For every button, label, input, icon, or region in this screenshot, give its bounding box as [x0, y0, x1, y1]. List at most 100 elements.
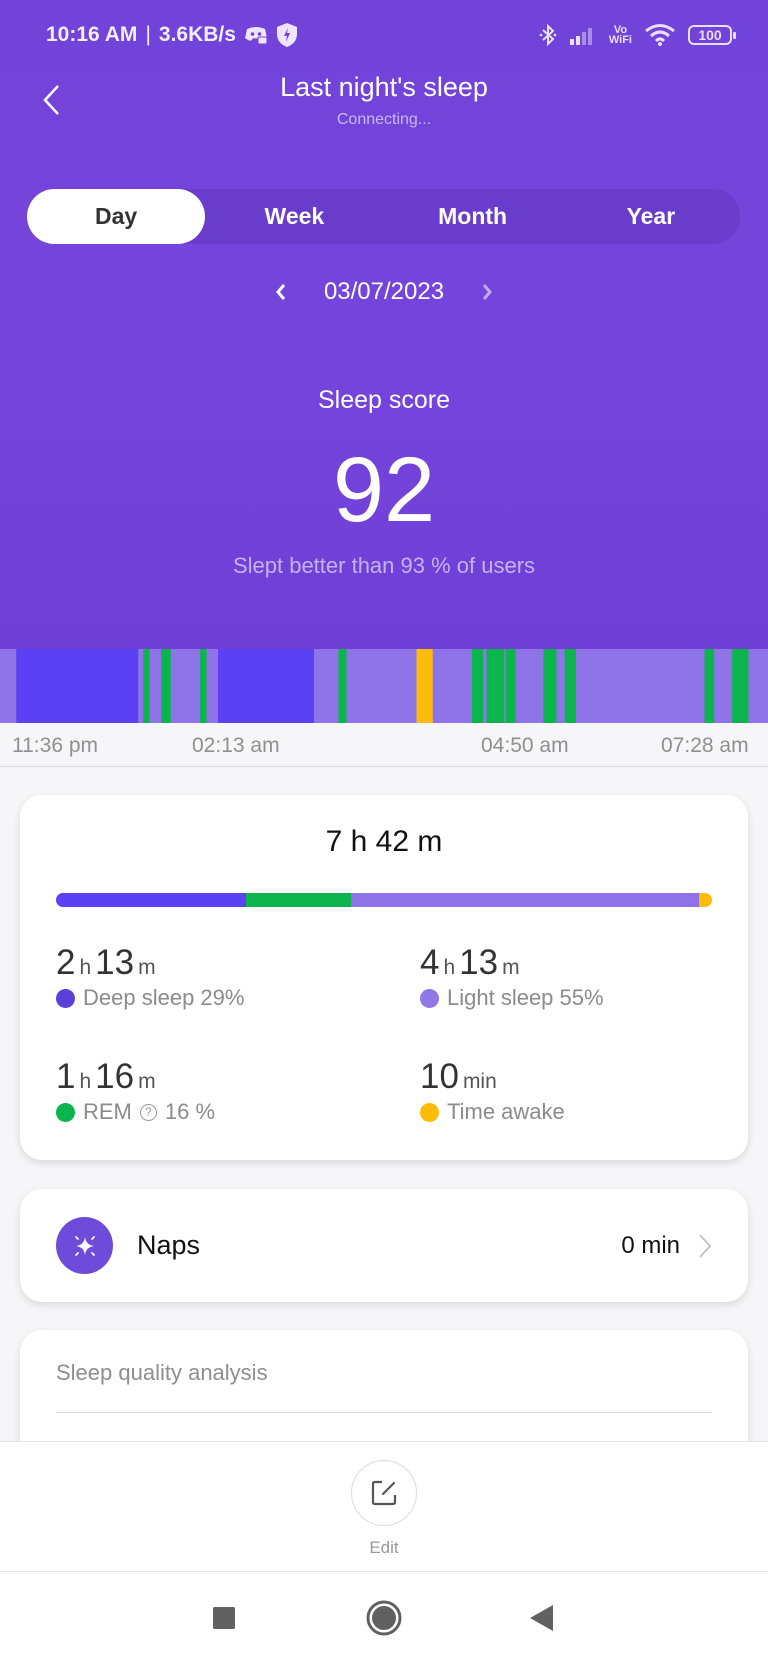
status-separator: | — [145, 23, 151, 46]
tick-label: 02:13 am — [192, 734, 280, 757]
awake-stat: 10 min Time awake — [420, 1057, 565, 1125]
segment-light — [0, 649, 17, 723]
segment-rem — [338, 649, 347, 723]
segment-rem — [471, 649, 484, 723]
segment-light — [576, 649, 705, 723]
stat-minutes-unit: m — [502, 956, 520, 979]
deep-legend-dot — [56, 988, 75, 1008]
naps-row[interactable]: Naps 0 min — [20, 1189, 748, 1302]
wifi-icon — [644, 23, 676, 47]
stat-minutes-unit: m — [138, 1070, 156, 1093]
distribution-rem — [246, 893, 352, 907]
segment-rem — [200, 649, 207, 723]
discord-icon — [244, 25, 268, 45]
segment-light — [432, 649, 472, 723]
status-bar: 10:16 AM | 3.6KB/s Vo WiFi 100 — [46, 18, 736, 52]
segment-rem — [506, 649, 516, 723]
square-icon — [213, 1607, 235, 1629]
deep-sleep-stat: 2 h 13 m Deep sleep 29% — [56, 943, 244, 1011]
stat-hours: 1 — [56, 1057, 76, 1096]
status-time: 10:16 AM — [46, 23, 138, 46]
period-tabs: Day Week Month Year — [27, 189, 740, 244]
divider — [56, 1412, 712, 1413]
date-navigator: 03/07/2023 — [0, 278, 768, 306]
sleep-score-comparison: Slept better than 93 % of users — [232, 553, 536, 578]
segment-light — [346, 649, 417, 723]
awake-legend-dot — [420, 1102, 439, 1122]
page-title: Last night's sleep — [280, 72, 488, 102]
tab-year[interactable]: Year — [562, 189, 740, 244]
segment-rem — [732, 649, 749, 723]
segment-light — [314, 649, 339, 723]
home-button[interactable] — [366, 1600, 402, 1636]
stage-distribution-bar — [56, 893, 712, 907]
chevron-right-icon — [699, 1233, 712, 1258]
vowifi-icon: Vo WiFi — [608, 24, 632, 46]
light-sleep-stat: 4 h 13 m Light sleep 55% — [420, 943, 604, 1011]
segment-rem — [704, 649, 715, 723]
hero-header: 10:16 AM | 3.6KB/s Vo WiFi 100 Last nigh… — [0, 0, 768, 650]
light-legend-dot — [420, 988, 439, 1008]
naps-label: Naps — [137, 1230, 201, 1260]
prev-date-button[interactable] — [274, 281, 288, 303]
segment-light — [138, 649, 144, 723]
shield-bolt-icon — [276, 22, 298, 48]
stat-label: Time awake — [447, 1099, 565, 1124]
stat-hours-unit: h — [79, 1070, 92, 1093]
triangle-back-icon — [530, 1605, 553, 1631]
tick-label: 04:50 am — [481, 734, 569, 757]
total-sleep-duration: 7 h 42 m — [325, 825, 443, 858]
sleep-stage-timeline[interactable] — [0, 649, 768, 723]
stat-unit: min — [462, 1070, 497, 1093]
segment-light — [748, 649, 768, 723]
stat-minutes: 16 — [95, 1057, 135, 1096]
chevron-left-icon — [275, 284, 286, 300]
stat-label: Deep sleep 29% — [83, 985, 245, 1010]
tab-day[interactable]: Day — [27, 189, 206, 244]
edit-button[interactable] — [351, 1460, 417, 1526]
rem-legend-dot — [56, 1102, 75, 1122]
stat-label: Light sleep 55% — [447, 985, 604, 1010]
segment-deep — [16, 649, 139, 723]
tab-month[interactable]: Month — [384, 189, 562, 244]
stat-hours-unit: h — [443, 956, 456, 979]
network-speed: 3.6KB/s — [158, 23, 236, 46]
distribution-light — [351, 893, 699, 907]
naps-value: 0 min — [621, 1231, 680, 1259]
tab-week[interactable]: Week — [205, 189, 383, 244]
sleep-score-value: 92 — [332, 439, 436, 541]
segment-light — [504, 649, 507, 723]
bluetooth-icon — [539, 23, 557, 47]
segment-light — [149, 649, 162, 723]
stat-minutes: 13 — [95, 943, 135, 982]
bottom-action-bar: Edit — [0, 1441, 768, 1572]
segment-rem — [564, 649, 576, 723]
timeline-chart — [0, 649, 768, 723]
edit-label: Edit — [369, 1538, 399, 1557]
tick-label: 07:28 am — [661, 734, 749, 757]
recents-button[interactable] — [206, 1600, 242, 1636]
segment-deep — [218, 649, 315, 723]
next-date-button[interactable] — [480, 281, 494, 303]
help-icon[interactable]: ? — [139, 1103, 157, 1121]
segment-light — [483, 649, 487, 723]
stat-minutes-unit: m — [138, 956, 156, 979]
stat-percent: 16 % — [164, 1099, 216, 1124]
stat-hours-unit: h — [79, 956, 92, 979]
segment-rem — [543, 649, 557, 723]
segment-rem — [161, 649, 171, 723]
segment-rem — [486, 649, 505, 723]
rem-sleep-stat: 1 h 16 m REM? 16 % — [56, 1057, 215, 1125]
stat-label: REM — [83, 1099, 132, 1124]
stat-value: 10 — [420, 1057, 459, 1096]
segment-light — [170, 649, 201, 723]
edit-icon — [371, 1480, 397, 1506]
segment-awake — [416, 649, 433, 723]
signal-icon — [569, 24, 597, 46]
back-nav-button[interactable] — [524, 1600, 560, 1636]
sleep-summary-card: 7 h 42 m 2 h 13 m Deep sleep 29% 4 h 13 m Ligh… — [20, 795, 748, 1160]
segment-rem — [143, 649, 150, 723]
timeline-axis: 11:36 pm 02:13 am 04:50 am 07:28 am — [0, 723, 768, 767]
chevron-right-icon — [482, 284, 493, 300]
circle-icon — [366, 1600, 402, 1636]
